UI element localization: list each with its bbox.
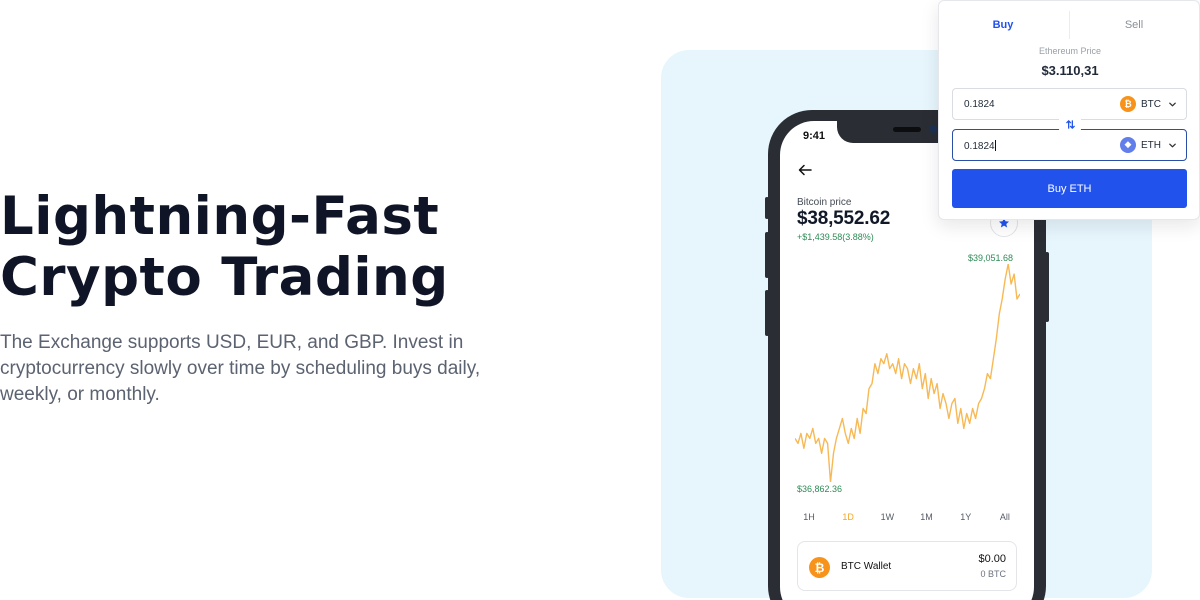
ethereum-price-value: $3.110,31 <box>1041 63 1099 78</box>
timeframe-1h[interactable]: 1H <box>797 512 821 522</box>
ethereum-price-label: Ethereum Price <box>1038 46 1102 56</box>
bitcoin-price-change: +$1,439.58(3.88%) <box>797 232 874 242</box>
swap-button[interactable] <box>1059 115 1081 133</box>
hero-title: Lightning-Fast Crypto Trading <box>0 186 449 308</box>
buy-eth-button[interactable]: Buy ETH <box>952 169 1187 208</box>
bitcoin-icon: ₿ <box>809 557 830 578</box>
wallet-amount: 0 BTC <box>980 569 1006 579</box>
from-coin-select[interactable]: ₿ BTC <box>1120 96 1177 112</box>
to-amount-text: 0.1824 <box>964 141 995 152</box>
chevron-down-icon <box>1169 102 1176 106</box>
to-coin-label: ETH <box>1141 139 1161 151</box>
timeframe-1y[interactable]: 1Y <box>954 512 978 522</box>
price-chart <box>795 264 1020 482</box>
phone-camera <box>929 125 937 133</box>
timeframe-selector: 1H 1D 1W 1M 1Y All <box>797 512 1017 522</box>
tab-sell[interactable]: Sell <box>1104 19 1164 31</box>
hero-description: The Exchange supports USD, EUR, and GBP.… <box>0 332 481 405</box>
chart-low-label: $36,862.36 <box>797 484 843 494</box>
timeframe-1d[interactable]: 1D <box>836 512 860 522</box>
to-coin-select[interactable]: ◆ ETH <box>1120 137 1177 153</box>
tab-buy[interactable]: Buy <box>973 19 1033 31</box>
trade-widget: Buy Sell Ethereum Price $3.110,31 0.1824… <box>938 0 1200 220</box>
ethereum-icon: ◆ <box>1120 137 1136 153</box>
timeframe-all[interactable]: All <box>993 512 1017 522</box>
chart-high-label: $39,051.68 <box>968 253 1014 263</box>
text-caret <box>994 140 996 151</box>
timeframe-1m[interactable]: 1M <box>915 512 939 522</box>
swap-arrows-icon <box>1065 119 1075 129</box>
bitcoin-price-value: $38,552.62 <box>797 208 891 229</box>
tab-divider <box>1069 11 1070 39</box>
bitcoin-icon: ₿ <box>1120 96 1136 112</box>
from-coin-label: BTC <box>1141 98 1161 110</box>
btc-wallet-card[interactable]: ₿ BTC Wallet $0.00 0 BTC <box>797 541 1017 591</box>
back-arrow-icon[interactable] <box>797 162 813 178</box>
hero-title-line1: Lightning-Fast <box>0 186 440 247</box>
phone-speaker <box>893 127 921 132</box>
hero-title-line2: Crypto Trading <box>0 247 449 308</box>
timeframe-1w[interactable]: 1W <box>875 512 899 522</box>
price-chart-line <box>795 264 1020 482</box>
wallet-value: $0.00 <box>978 553 1006 565</box>
wallet-name: BTC Wallet <box>841 561 892 572</box>
from-amount-value: 0.1824 <box>964 99 995 110</box>
status-time: 9:41 <box>803 130 826 142</box>
chevron-down-icon <box>1169 143 1176 147</box>
to-amount-value: 0.1824 <box>964 140 996 152</box>
to-amount-field[interactable]: 0.1824 ◆ ETH <box>952 129 1187 161</box>
bitcoin-price-label: Bitcoin price <box>797 197 852 208</box>
